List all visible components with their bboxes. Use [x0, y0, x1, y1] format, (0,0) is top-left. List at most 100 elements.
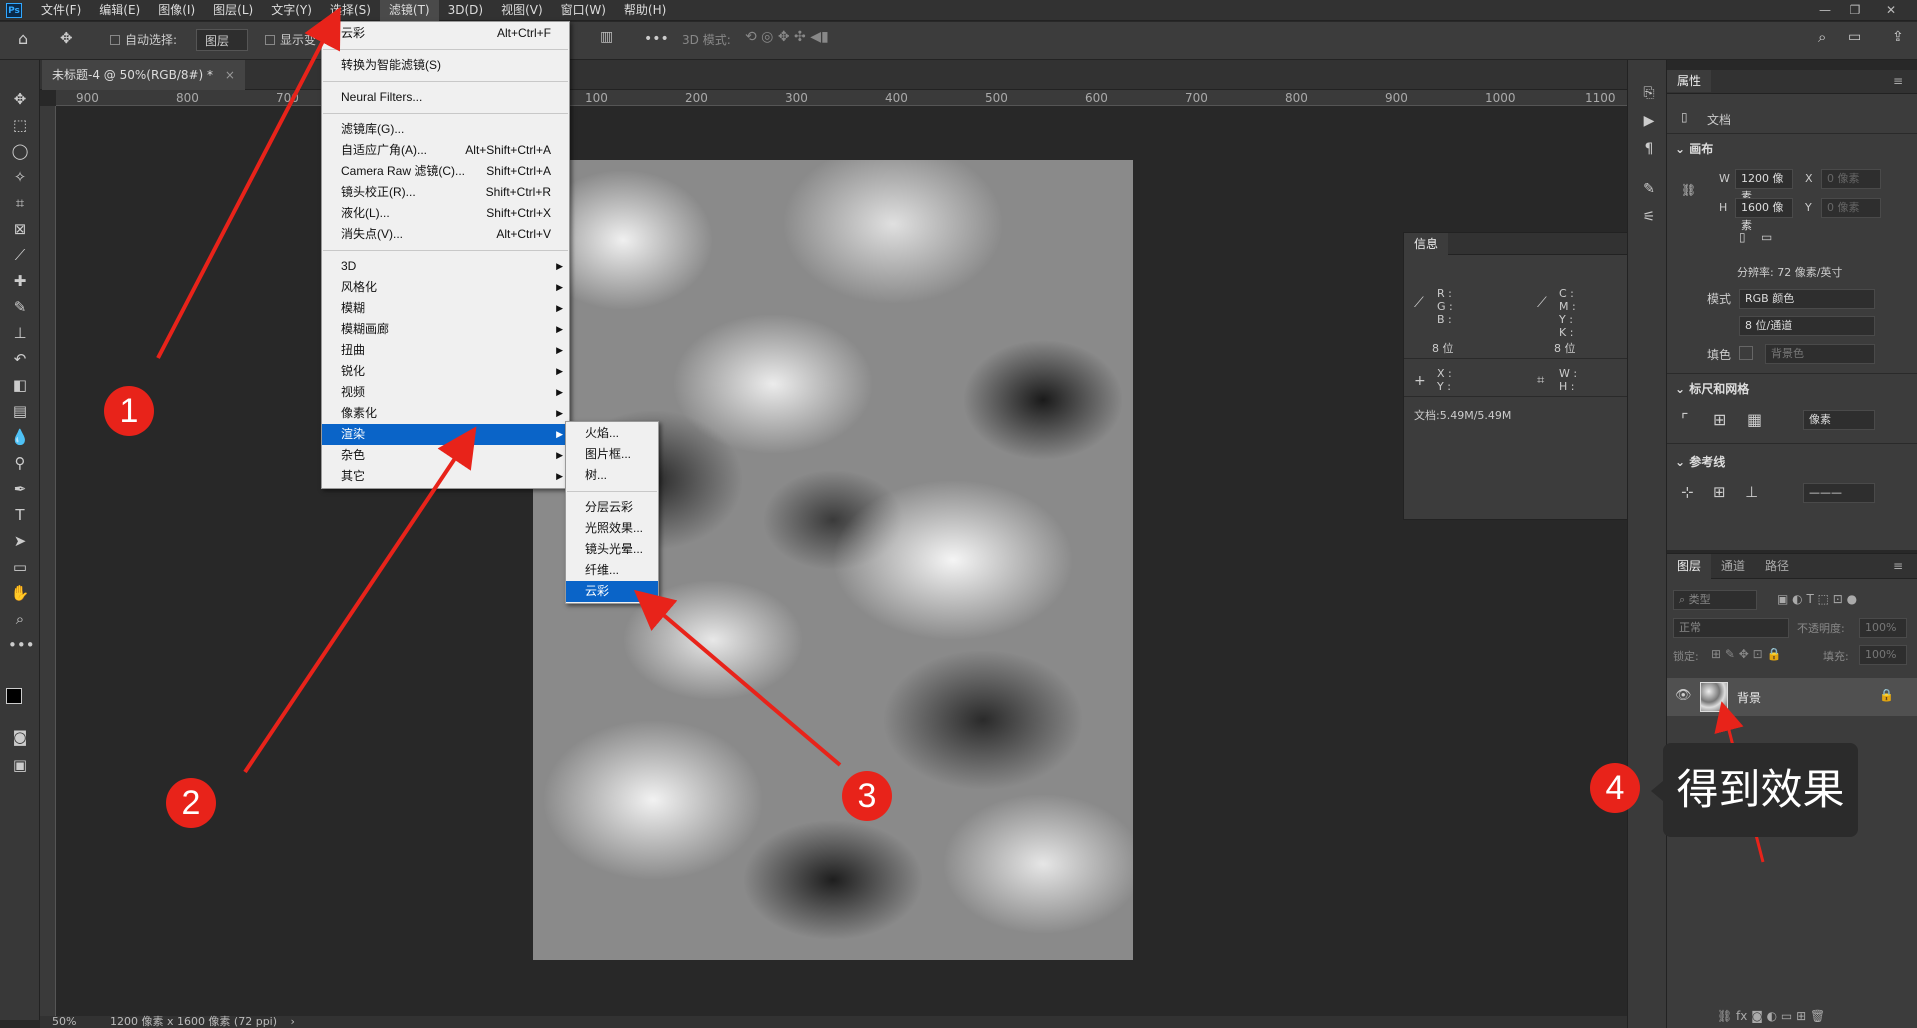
menu-item-6[interactable]: 滤镜(T) [379, 0, 439, 21]
guide-add-icon[interactable]: ⊹ [1681, 483, 1694, 501]
minimize-button[interactable]: — [1810, 0, 1840, 21]
filter-menu-item[interactable]: 滤镜库(G)... [322, 119, 569, 140]
link-icon[interactable]: ⛓ [1681, 183, 1696, 197]
lasso-tool-icon[interactable]: ◯ [8, 140, 32, 162]
rectangle-tool-icon[interactable]: ▭ [8, 556, 32, 578]
filter-menu-item[interactable]: 扭曲 ▶ [322, 340, 569, 361]
render-submenu-item[interactable]: 纤维... [566, 560, 658, 581]
landscape-orientation-icon[interactable]: ▭ [1761, 230, 1772, 244]
canvas-x-field[interactable]: 0 像素 [1821, 169, 1881, 189]
layer-name[interactable]: 背景 [1737, 689, 1761, 706]
eraser-icon[interactable]: ◧ [8, 374, 32, 396]
render-submenu-item[interactable]: 分层云彩 [566, 497, 658, 518]
hand-tool-icon[interactable]: ✋ [8, 582, 32, 604]
filter-menu-item[interactable]: 渲染 ▶ [322, 424, 569, 445]
brush-settings-icon[interactable]: ✎ [1640, 180, 1658, 198]
frame-tool-icon[interactable]: ⊠ [8, 218, 32, 240]
opacity-field[interactable]: 100% [1859, 618, 1907, 638]
filter-menu-item[interactable]: 风格化 ▶ [322, 277, 569, 298]
crop-tool-icon[interactable]: ⌗ [8, 192, 32, 214]
chevron-down-icon[interactable]: ⌄ [1675, 455, 1685, 469]
filter-menu-item[interactable]: Camera Raw 滤镜(C)... Shift+Ctrl+A [322, 161, 569, 182]
history-brush-icon[interactable]: ↶ [8, 348, 32, 370]
canvas-y-field[interactable]: 0 像素 [1821, 198, 1881, 218]
chevron-down-icon[interactable]: ⌄ [1675, 382, 1685, 396]
close-window-button[interactable]: ✕ [1876, 0, 1906, 21]
eyedropper-icon[interactable]: ⟋ [8, 244, 32, 266]
filter-menu-item[interactable]: 镜头校正(R)... Shift+Ctrl+R [322, 182, 569, 203]
zoom-level[interactable]: 50% [52, 1015, 76, 1028]
portrait-orientation-icon[interactable]: ▯ [1739, 230, 1746, 244]
layer-row-background[interactable]: 👁 背景 🔒 [1667, 678, 1917, 716]
panel-menu-icon[interactable]: ≡ [1883, 70, 1913, 92]
layers-tab-0[interactable]: 图层 [1667, 554, 1712, 579]
show-transform-checkbox[interactable]: 显示变 [265, 31, 316, 48]
brush-tool-icon[interactable]: ✎ [8, 296, 32, 318]
color-mode-dropdown[interactable]: RGB 颜色 [1739, 289, 1875, 309]
dodge-tool-icon[interactable]: ⚲ [8, 452, 32, 474]
path-selection-icon[interactable]: ➤ [8, 530, 32, 552]
menu-item-4[interactable]: 文字(Y) [262, 0, 321, 21]
render-submenu-item[interactable]: 镜头光晕... [566, 539, 658, 560]
history-icon[interactable]: ⎘ [1640, 84, 1658, 102]
render-submenu-item[interactable]: 树... [566, 465, 658, 486]
filter-menu-item[interactable]: 模糊画廊 ▶ [322, 319, 569, 340]
workspace-icon[interactable]: ▭ [1848, 29, 1861, 45]
filter-menu-item[interactable]: 杂色 ▶ [322, 445, 569, 466]
menu-item-5[interactable]: 选择(S) [321, 0, 380, 21]
screen-mode-icon[interactable]: ▣ [8, 754, 32, 776]
auto-select-target-dropdown[interactable]: 图层 [196, 29, 248, 51]
filter-menu-item[interactable]: 液化(L)... Shift+Ctrl+X [322, 203, 569, 224]
tab-close-icon[interactable]: × [225, 68, 235, 82]
layers-tab-1[interactable]: 通道 [1711, 554, 1755, 579]
fill-swatch[interactable] [1739, 346, 1753, 360]
gradient-tool-icon[interactable]: ▤ [8, 400, 32, 422]
menu-item-0[interactable]: 文件(F) [32, 0, 90, 21]
paragraph-icon[interactable]: ¶ [1640, 140, 1658, 158]
layer-filter-search[interactable]: ⌕ 类型 [1673, 590, 1757, 610]
pixel-grid-icon[interactable]: ▦ [1747, 410, 1762, 429]
render-submenu-item[interactable]: 光照效果... [566, 518, 658, 539]
3d-tools-icons[interactable]: ⟲ ◎ ✥ ✣ ◀▮ [745, 29, 829, 45]
align-icon[interactable]: ▥ [600, 29, 613, 45]
bit-depth-dropdown[interactable]: 8 位/通道 [1739, 316, 1875, 336]
marquee-tool-icon[interactable]: ⬚ [8, 114, 32, 136]
auto-select-checkbox[interactable]: 自动选择: [110, 31, 177, 48]
share-icon[interactable]: ⇪ [1892, 29, 1904, 45]
render-submenu-item[interactable]: 云彩 [566, 581, 658, 602]
menu-item-8[interactable]: 视图(V) [492, 0, 552, 21]
filter-menu-item[interactable]: 自适应广角(A)... Alt+Shift+Ctrl+A [322, 140, 569, 161]
filter-menu-item[interactable]: 其它 ▶ [322, 466, 569, 487]
quick-mask-icon[interactable]: ◙ [8, 726, 32, 748]
blur-tool-icon[interactable]: 💧 [8, 426, 32, 448]
render-submenu-item[interactable]: 火焰... [566, 423, 658, 444]
properties-tab[interactable]: 属性 [1667, 70, 1712, 92]
filter-menu-item[interactable]: 3D ▶ [322, 256, 569, 277]
layer-filter-icons[interactable]: ▣ ◐ T ⬚ ⊡ ● [1777, 592, 1857, 606]
filter-menu-item[interactable]: 视频 ▶ [322, 382, 569, 403]
render-submenu-item[interactable]: 图片框... [566, 444, 658, 465]
menu-item-10[interactable]: 帮助(H) [615, 0, 675, 21]
guide-clear-icon[interactable]: ⊥ [1745, 483, 1758, 501]
blend-mode-dropdown[interactable]: 正常 [1673, 618, 1789, 638]
healing-brush-icon[interactable]: ✚ [8, 270, 32, 292]
fill-opacity-field[interactable]: 100% [1859, 645, 1907, 665]
restore-button[interactable]: ❐ [1840, 0, 1870, 21]
filter-menu-item[interactable]: 转换为智能滤镜(S) [322, 55, 569, 76]
adjustments-icon[interactable]: ⚟ [1640, 208, 1658, 226]
filter-menu-item[interactable]: Neural Filters... [322, 87, 569, 108]
move-tool-preset-icon[interactable]: ✥ [60, 29, 73, 47]
menu-item-2[interactable]: 图像(I) [149, 0, 204, 21]
info-tab[interactable]: 信息 [1404, 233, 1449, 255]
canvas-width-field[interactable]: 1200 像素 [1735, 169, 1793, 203]
filter-menu-item[interactable]: 云彩 Alt+Ctrl+F [322, 23, 569, 44]
clone-stamp-icon[interactable]: ⊥ [8, 322, 32, 344]
visibility-eye-icon[interactable]: 👁 [1675, 688, 1692, 703]
ruler-toggle-icon[interactable]: ⌜ [1681, 410, 1689, 429]
foreground-color-swatch[interactable] [6, 688, 22, 704]
filter-menu-item[interactable]: 锐化 ▶ [322, 361, 569, 382]
search-icon[interactable]: ⌕ [1818, 28, 1826, 46]
menu-item-7[interactable]: 3D(D) [439, 0, 492, 21]
filter-menu-item[interactable]: 消失点(V)... Alt+Ctrl+V [322, 224, 569, 245]
pen-tool-icon[interactable]: ✒ [8, 478, 32, 500]
